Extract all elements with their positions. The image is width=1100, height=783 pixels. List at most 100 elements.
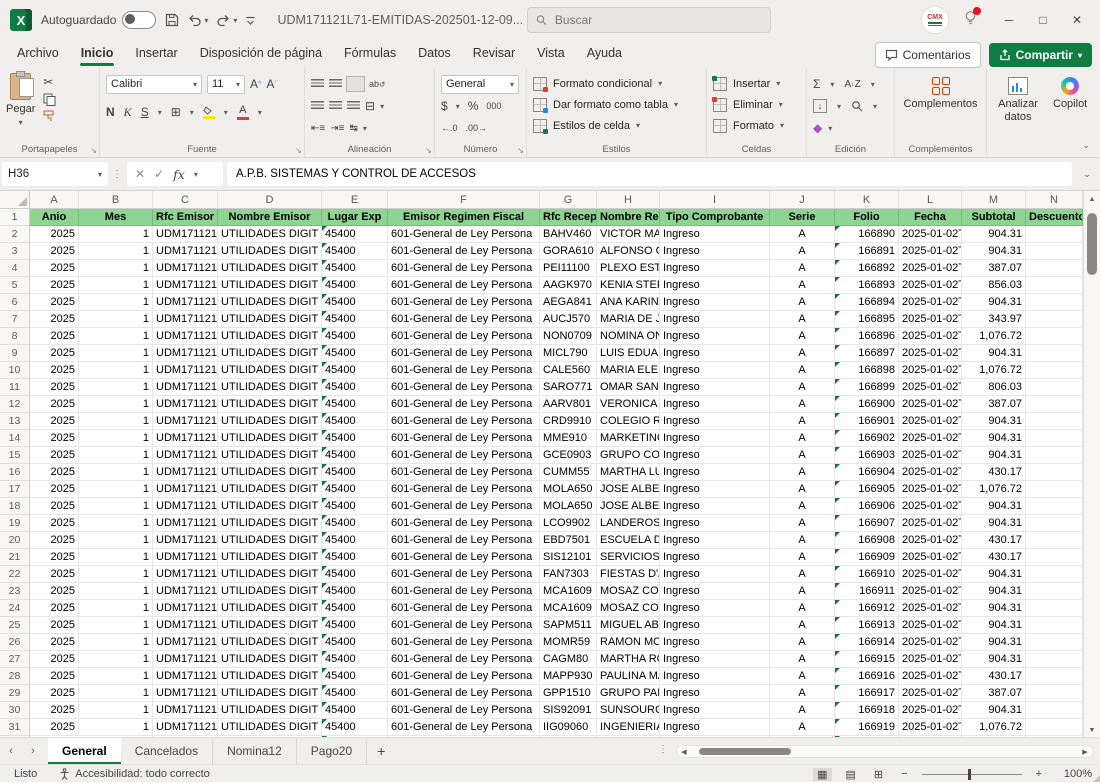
cell[interactable] bbox=[1026, 430, 1083, 447]
cell[interactable] bbox=[1026, 260, 1083, 277]
cell[interactable]: Ingreso bbox=[660, 464, 770, 481]
cell[interactable]: UDM171121L71 bbox=[153, 651, 218, 668]
cell[interactable]: 45400 bbox=[322, 294, 388, 311]
horizontal-scrollbar[interactable]: ◀ ▶ bbox=[676, 745, 1094, 758]
cell[interactable]: 2025-01-02T bbox=[899, 345, 962, 362]
cell[interactable]: AAGK970 bbox=[540, 277, 597, 294]
zoom-slider[interactable] bbox=[922, 774, 1022, 775]
cell[interactable]: UTILIDADES DIGIT bbox=[218, 481, 322, 498]
account-avatar[interactable]: CMX bbox=[921, 6, 949, 34]
paste-button[interactable]: Pegar ▾ bbox=[6, 73, 35, 127]
cell[interactable]: UTILIDADES DIGIT bbox=[218, 498, 322, 515]
cell[interactable]: 1 bbox=[79, 277, 153, 294]
wrap-chevron[interactable]: ▾ bbox=[363, 124, 367, 133]
font-color-chevron[interactable]: ▾ bbox=[258, 108, 262, 117]
cell[interactable]: 904.31 bbox=[962, 430, 1026, 447]
cell[interactable]: A bbox=[770, 685, 835, 702]
cell[interactable]: 430.17 bbox=[962, 549, 1026, 566]
delete-cells-button[interactable]: Eliminar ▾ bbox=[713, 94, 800, 115]
cell[interactable]: UTILIDADES DIGIT bbox=[218, 702, 322, 719]
cell[interactable]: 387.07 bbox=[962, 396, 1026, 413]
cell[interactable]: 45400 bbox=[322, 719, 388, 736]
autosum-button[interactable]: Σ bbox=[813, 77, 820, 91]
cell[interactable]: A bbox=[770, 226, 835, 243]
cell[interactable]: 1 bbox=[79, 379, 153, 396]
cell[interactable]: SARO771 bbox=[540, 379, 597, 396]
font-size-select[interactable]: 11▾ bbox=[207, 75, 245, 94]
cell[interactable]: 601-General de Ley Persona bbox=[388, 243, 540, 260]
cell[interactable]: Ingreso bbox=[660, 294, 770, 311]
row-header[interactable]: 3 bbox=[0, 243, 30, 260]
cell[interactable]: Ingreso bbox=[660, 583, 770, 600]
cell[interactable]: 601-General de Ley Persona bbox=[388, 566, 540, 583]
tab-disposición-de-página[interactable]: Disposición de página bbox=[189, 40, 333, 68]
cell[interactable]: UDM171121L71 bbox=[153, 515, 218, 532]
cell[interactable]: UTILIDADES DIGIT bbox=[218, 549, 322, 566]
cell[interactable]: 2025 bbox=[30, 668, 79, 685]
cell[interactable] bbox=[1026, 668, 1083, 685]
cell[interactable]: UTILIDADES DIGIT bbox=[218, 583, 322, 600]
merge-chevron[interactable]: ▾ bbox=[380, 102, 384, 111]
cell[interactable]: ALFONSO GO bbox=[597, 243, 660, 260]
cell[interactable]: A bbox=[770, 634, 835, 651]
cell[interactable]: 601-General de Ley Persona bbox=[388, 481, 540, 498]
row-header[interactable]: 30 bbox=[0, 702, 30, 719]
cell[interactable]: 1 bbox=[79, 651, 153, 668]
cell[interactable]: A bbox=[770, 328, 835, 345]
cell[interactable]: A bbox=[770, 243, 835, 260]
cell[interactable]: 166915 bbox=[835, 651, 899, 668]
cell[interactable]: 2025 bbox=[30, 311, 79, 328]
cell[interactable]: 2025 bbox=[30, 396, 79, 413]
cell[interactable]: A bbox=[770, 447, 835, 464]
column-header[interactable]: Rfc Emisor bbox=[153, 209, 218, 226]
cell[interactable]: 1 bbox=[79, 549, 153, 566]
cell[interactable]: 166916 bbox=[835, 668, 899, 685]
row-header[interactable]: 2 bbox=[0, 226, 30, 243]
cell[interactable]: 45400 bbox=[322, 651, 388, 668]
cell[interactable]: FAN7303 bbox=[540, 566, 597, 583]
cell[interactable]: INGENIERIA bbox=[597, 719, 660, 736]
cell[interactable]: 2025-01-02T bbox=[899, 719, 962, 736]
font-dialog-launcher[interactable]: ↘ bbox=[295, 146, 302, 155]
cell[interactable]: 1 bbox=[79, 328, 153, 345]
cell[interactable]: 45400 bbox=[322, 702, 388, 719]
decrease-font-button[interactable]: Aˇ bbox=[266, 77, 276, 91]
cell[interactable]: BAHV460 bbox=[540, 226, 597, 243]
cell[interactable] bbox=[1026, 532, 1083, 549]
cell[interactable]: 1 bbox=[79, 600, 153, 617]
confirm-entry-button[interactable]: ✓ bbox=[154, 167, 164, 181]
column-letter[interactable]: K bbox=[835, 191, 899, 209]
vertical-scrollbar[interactable]: ▲ ▼ bbox=[1083, 191, 1100, 737]
cell[interactable]: 2025-01-02T bbox=[899, 515, 962, 532]
sort-filter-button[interactable]: A↓Z bbox=[844, 79, 860, 90]
row-header[interactable]: 31 bbox=[0, 719, 30, 736]
cell[interactable]: 2025-01-02T bbox=[899, 430, 962, 447]
cell[interactable]: 45400 bbox=[322, 345, 388, 362]
select-all-corner[interactable] bbox=[0, 191, 30, 208]
cell[interactable]: A bbox=[770, 396, 835, 413]
cell[interactable]: UTILIDADES DIGIT bbox=[218, 685, 322, 702]
cell[interactable]: UDM171121L71 bbox=[153, 345, 218, 362]
cell[interactable]: Ingreso bbox=[660, 379, 770, 396]
cell[interactable]: GRUPO COR bbox=[597, 447, 660, 464]
redo-dropdown-chevron[interactable]: ▾ bbox=[233, 16, 237, 25]
column-header[interactable]: Emisor Regimen Fiscal bbox=[388, 209, 540, 226]
cell[interactable]: 2025-01-02T bbox=[899, 583, 962, 600]
cell[interactable]: 2025 bbox=[30, 294, 79, 311]
column-letter[interactable]: H bbox=[597, 191, 660, 209]
cell[interactable]: Ingreso bbox=[660, 362, 770, 379]
cell[interactable]: 601-General de Ley Persona bbox=[388, 396, 540, 413]
cancel-entry-button[interactable]: ✕ bbox=[135, 167, 145, 181]
formula-bar-handle[interactable]: ⋮ bbox=[112, 169, 123, 180]
fill-chevron[interactable]: ▾ bbox=[837, 102, 841, 111]
cell[interactable]: UDM171121L71 bbox=[153, 498, 218, 515]
cell[interactable]: Ingreso bbox=[660, 396, 770, 413]
cell[interactable]: 2025-01-02T bbox=[899, 226, 962, 243]
cell[interactable]: UDM171121L71 bbox=[153, 549, 218, 566]
cell[interactable]: 904.31 bbox=[962, 617, 1026, 634]
cell[interactable]: 45400 bbox=[322, 515, 388, 532]
cell[interactable]: 45400 bbox=[322, 447, 388, 464]
cell[interactable] bbox=[1026, 243, 1083, 260]
cell[interactable]: 1 bbox=[79, 362, 153, 379]
cell[interactable]: 1 bbox=[79, 447, 153, 464]
